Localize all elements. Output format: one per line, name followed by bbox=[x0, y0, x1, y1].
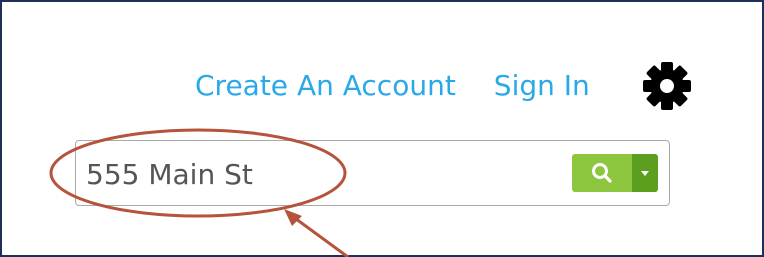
search-button[interactable] bbox=[572, 154, 632, 192]
sign-in-link[interactable]: Sign In bbox=[494, 69, 590, 102]
search-input[interactable] bbox=[86, 153, 556, 195]
search-icon bbox=[592, 163, 612, 183]
gear-icon[interactable] bbox=[641, 60, 693, 112]
search-bar bbox=[75, 140, 670, 206]
caret-down-icon bbox=[641, 171, 649, 176]
screenshot-frame: Create An Account Sign In bbox=[0, 0, 764, 257]
search-button-group bbox=[572, 154, 658, 192]
search-options-dropdown[interactable] bbox=[632, 154, 658, 192]
create-account-link[interactable]: Create An Account bbox=[195, 69, 456, 102]
account-links: Create An Account Sign In bbox=[195, 64, 590, 106]
